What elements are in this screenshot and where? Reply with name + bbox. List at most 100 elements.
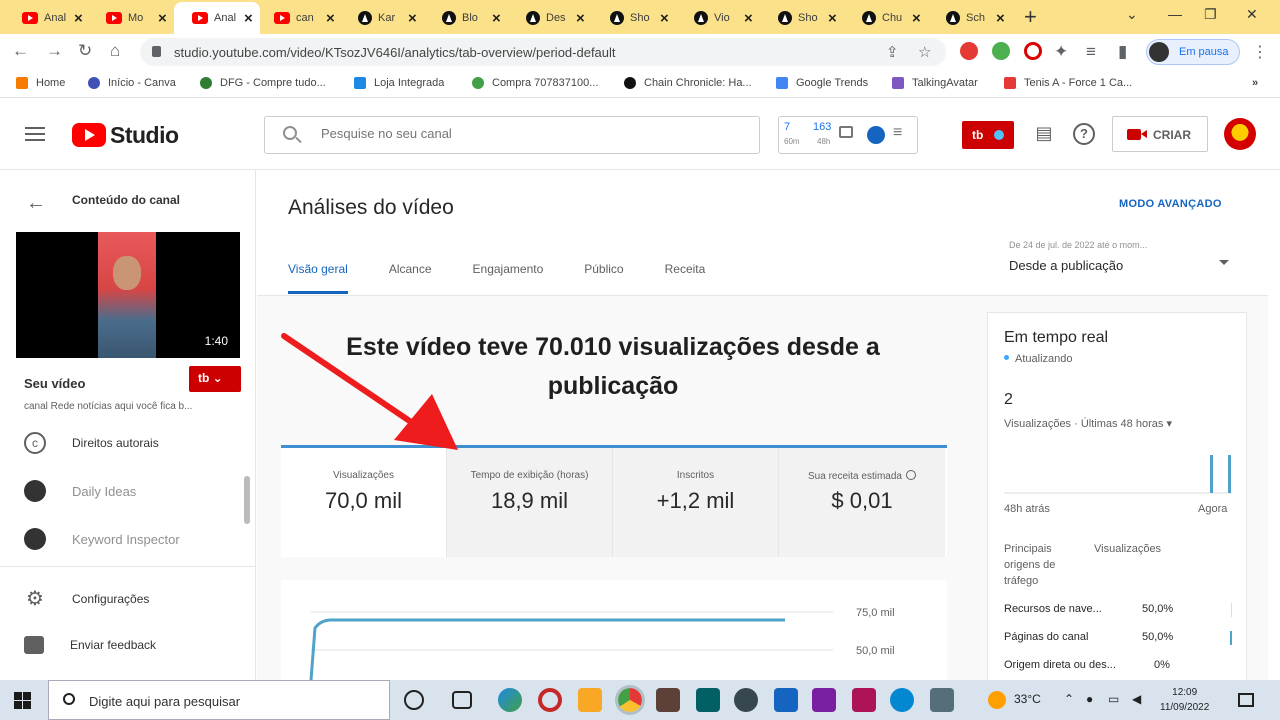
extensions-puzzle-icon[interactable]: ✦	[1054, 42, 1068, 62]
back-arrow-icon[interactable]: ←	[26, 192, 46, 215]
edge-icon[interactable]	[498, 688, 522, 712]
close-icon[interactable]: ×	[326, 10, 335, 27]
extension-green-icon[interactable]	[992, 42, 1010, 60]
bookmark-item[interactable]: Chain Chronicle: Ha...	[624, 77, 752, 89]
bookmark-star-icon[interactable]: ☆	[918, 43, 931, 61]
close-icon[interactable]: ×	[660, 10, 669, 27]
notifications-icon[interactable]	[1238, 693, 1254, 707]
microphone-icon[interactable]: ●	[1086, 692, 1093, 706]
hamburger-menu-icon[interactable]	[25, 127, 45, 141]
browser-tab[interactable]: Kar ×	[340, 4, 424, 32]
close-icon[interactable]: ×	[408, 10, 417, 27]
close-icon[interactable]: ×	[996, 10, 1005, 27]
help-icon[interactable]: ?	[1073, 123, 1095, 145]
file-explorer-icon[interactable]	[578, 688, 602, 712]
close-icon[interactable]: ×	[158, 10, 167, 27]
browser-tab[interactable]: Mo ×	[88, 4, 172, 32]
close-window-button[interactable]: ✕	[1246, 6, 1258, 23]
tab-revenue[interactable]: Receita	[665, 262, 706, 294]
stats-extension-widget[interactable]: 7 60m 163 48h ≡	[778, 116, 918, 154]
sidebar-item-settings[interactable]: ⚙ Configurações	[24, 588, 149, 610]
cortana-icon[interactable]	[404, 690, 424, 710]
browser-tab[interactable]: Chu ×	[844, 4, 928, 32]
tab-audience[interactable]: Público	[584, 262, 623, 294]
sidebar-scrollbar[interactable]	[244, 476, 250, 524]
browser-tab[interactable]: Anal ×	[4, 4, 88, 32]
browser-tab[interactable]: can ×	[256, 4, 340, 32]
tab-reach[interactable]: Alcance	[389, 262, 432, 294]
sidebar-title[interactable]: Conteúdo do canal	[72, 193, 180, 207]
share-icon[interactable]: ⇪	[886, 43, 899, 61]
browser-tab-active[interactable]: Anal ×	[174, 2, 260, 34]
app-icon[interactable]	[812, 688, 836, 712]
restore-button[interactable]: ❐	[1204, 6, 1217, 23]
back-arrow-icon[interactable]: ←	[12, 41, 29, 61]
create-button[interactable]: CRIAR	[1112, 116, 1208, 152]
telegram-icon[interactable]	[890, 688, 914, 712]
bookmark-item[interactable]: Início - Canva	[88, 77, 176, 89]
address-bar[interactable]: studio.youtube.com/video/KTsozJV646I/ana…	[140, 38, 946, 66]
bookmark-item[interactable]: TalkingAvatar	[892, 77, 978, 89]
bookmark-item[interactable]: Google Trends	[776, 77, 868, 89]
app-icon[interactable]	[696, 688, 720, 712]
more-bookmarks-icon[interactable]: »	[1252, 77, 1258, 89]
photos-icon[interactable]	[774, 688, 798, 712]
weather-sun-icon[interactable]	[988, 691, 1006, 709]
temperature[interactable]: 33°C	[1014, 692, 1041, 706]
app-icon[interactable]	[852, 688, 876, 712]
side-panel-icon[interactable]: ▮	[1118, 42, 1127, 62]
minimize-button[interactable]: —	[1168, 6, 1182, 22]
browser-tab[interactable]: Des ×	[508, 4, 592, 32]
browser-tab[interactable]: Sch ×	[928, 4, 1012, 32]
bookmark-item[interactable]: Tenis A - Force 1 Ca...	[1004, 77, 1132, 89]
realtime-views-selector[interactable]: Visualizações · Últimas 48 horas ▾	[1004, 417, 1172, 430]
chevron-up-icon[interactable]: ⌃	[1064, 692, 1074, 706]
profile-button[interactable]: Em pausa	[1146, 39, 1240, 65]
browser-tab[interactable]: Sho ×	[592, 4, 676, 32]
opera-extension-icon[interactable]	[1024, 42, 1042, 60]
extension-record-icon[interactable]	[960, 42, 978, 60]
tubebuddy-button[interactable]: tb	[962, 121, 1014, 149]
metric-card-revenue[interactable]: Sua receita estimada $ 0,01	[779, 448, 945, 557]
metric-card-views[interactable]: Visualizações 70,0 mil	[281, 448, 447, 557]
lock-icon[interactable]	[152, 46, 161, 57]
sidebar-item-copyright[interactable]: c Direitos autorais	[24, 432, 159, 454]
close-icon[interactable]: ×	[744, 10, 753, 27]
close-icon[interactable]: ×	[912, 10, 921, 27]
bookmark-item[interactable]: Compra 707837100...	[472, 77, 598, 89]
chrome-icon[interactable]	[615, 685, 645, 715]
search-input[interactable]	[321, 126, 741, 141]
traffic-source-row[interactable]: Origem direta ou des... 0%	[1004, 659, 1232, 674]
browser-tab[interactable]: Sho ×	[760, 4, 844, 32]
url-text[interactable]: studio.youtube.com/video/KTsozJV646I/ana…	[174, 45, 616, 60]
new-tab-button[interactable]: +	[1024, 4, 1037, 30]
taskbar-clock[interactable]: 12:09 11/09/2022	[1160, 685, 1209, 715]
sidebar-item-daily-ideas[interactable]: Daily Ideas	[24, 480, 136, 502]
traffic-source-row[interactable]: Recursos de nave... 50,0%	[1004, 603, 1232, 618]
comment-feedback-icon[interactable]: ▤	[1033, 123, 1055, 145]
network-icon[interactable]: ▭	[1108, 692, 1119, 706]
close-icon[interactable]: ×	[576, 10, 585, 27]
traffic-source-row[interactable]: Páginas do canal 50,0%	[1004, 631, 1232, 646]
media-queue-icon[interactable]: ≡	[1086, 42, 1096, 62]
channel-search[interactable]	[264, 116, 760, 154]
tubebuddy-menu-button[interactable]: tb ⌄	[189, 366, 241, 392]
extension-logo-icon[interactable]	[867, 126, 885, 144]
close-icon[interactable]: ×	[492, 10, 501, 27]
period-selector[interactable]: De 24 de jul. de 2022 até o mom... Desde…	[1009, 240, 1229, 273]
bookmark-item[interactable]: Loja Integrada	[354, 77, 444, 89]
bookmark-item[interactable]: Home	[16, 77, 65, 89]
tab-engagement[interactable]: Engajamento	[473, 262, 544, 294]
task-view-icon[interactable]	[452, 691, 472, 709]
sidebar-item-keyword-inspector[interactable]: Keyword Inspector	[24, 528, 180, 550]
channel-avatar[interactable]	[1224, 118, 1256, 150]
list-icon[interactable]: ≡	[893, 124, 902, 142]
advanced-mode-link[interactable]: MODO AVANÇADO	[1119, 198, 1222, 210]
image-icon[interactable]	[839, 126, 853, 138]
app-icon[interactable]	[656, 688, 680, 712]
taskbar-search[interactable]: Digite aqui para pesquisar	[48, 680, 390, 720]
metric-card-watch-time[interactable]: Tempo de exibição (horas) 18,9 mil	[447, 448, 613, 557]
opera-icon[interactable]	[538, 688, 562, 712]
home-icon[interactable]: ⌂	[110, 41, 120, 61]
metric-card-subscribers[interactable]: Inscritos +1,2 mil	[613, 448, 779, 557]
